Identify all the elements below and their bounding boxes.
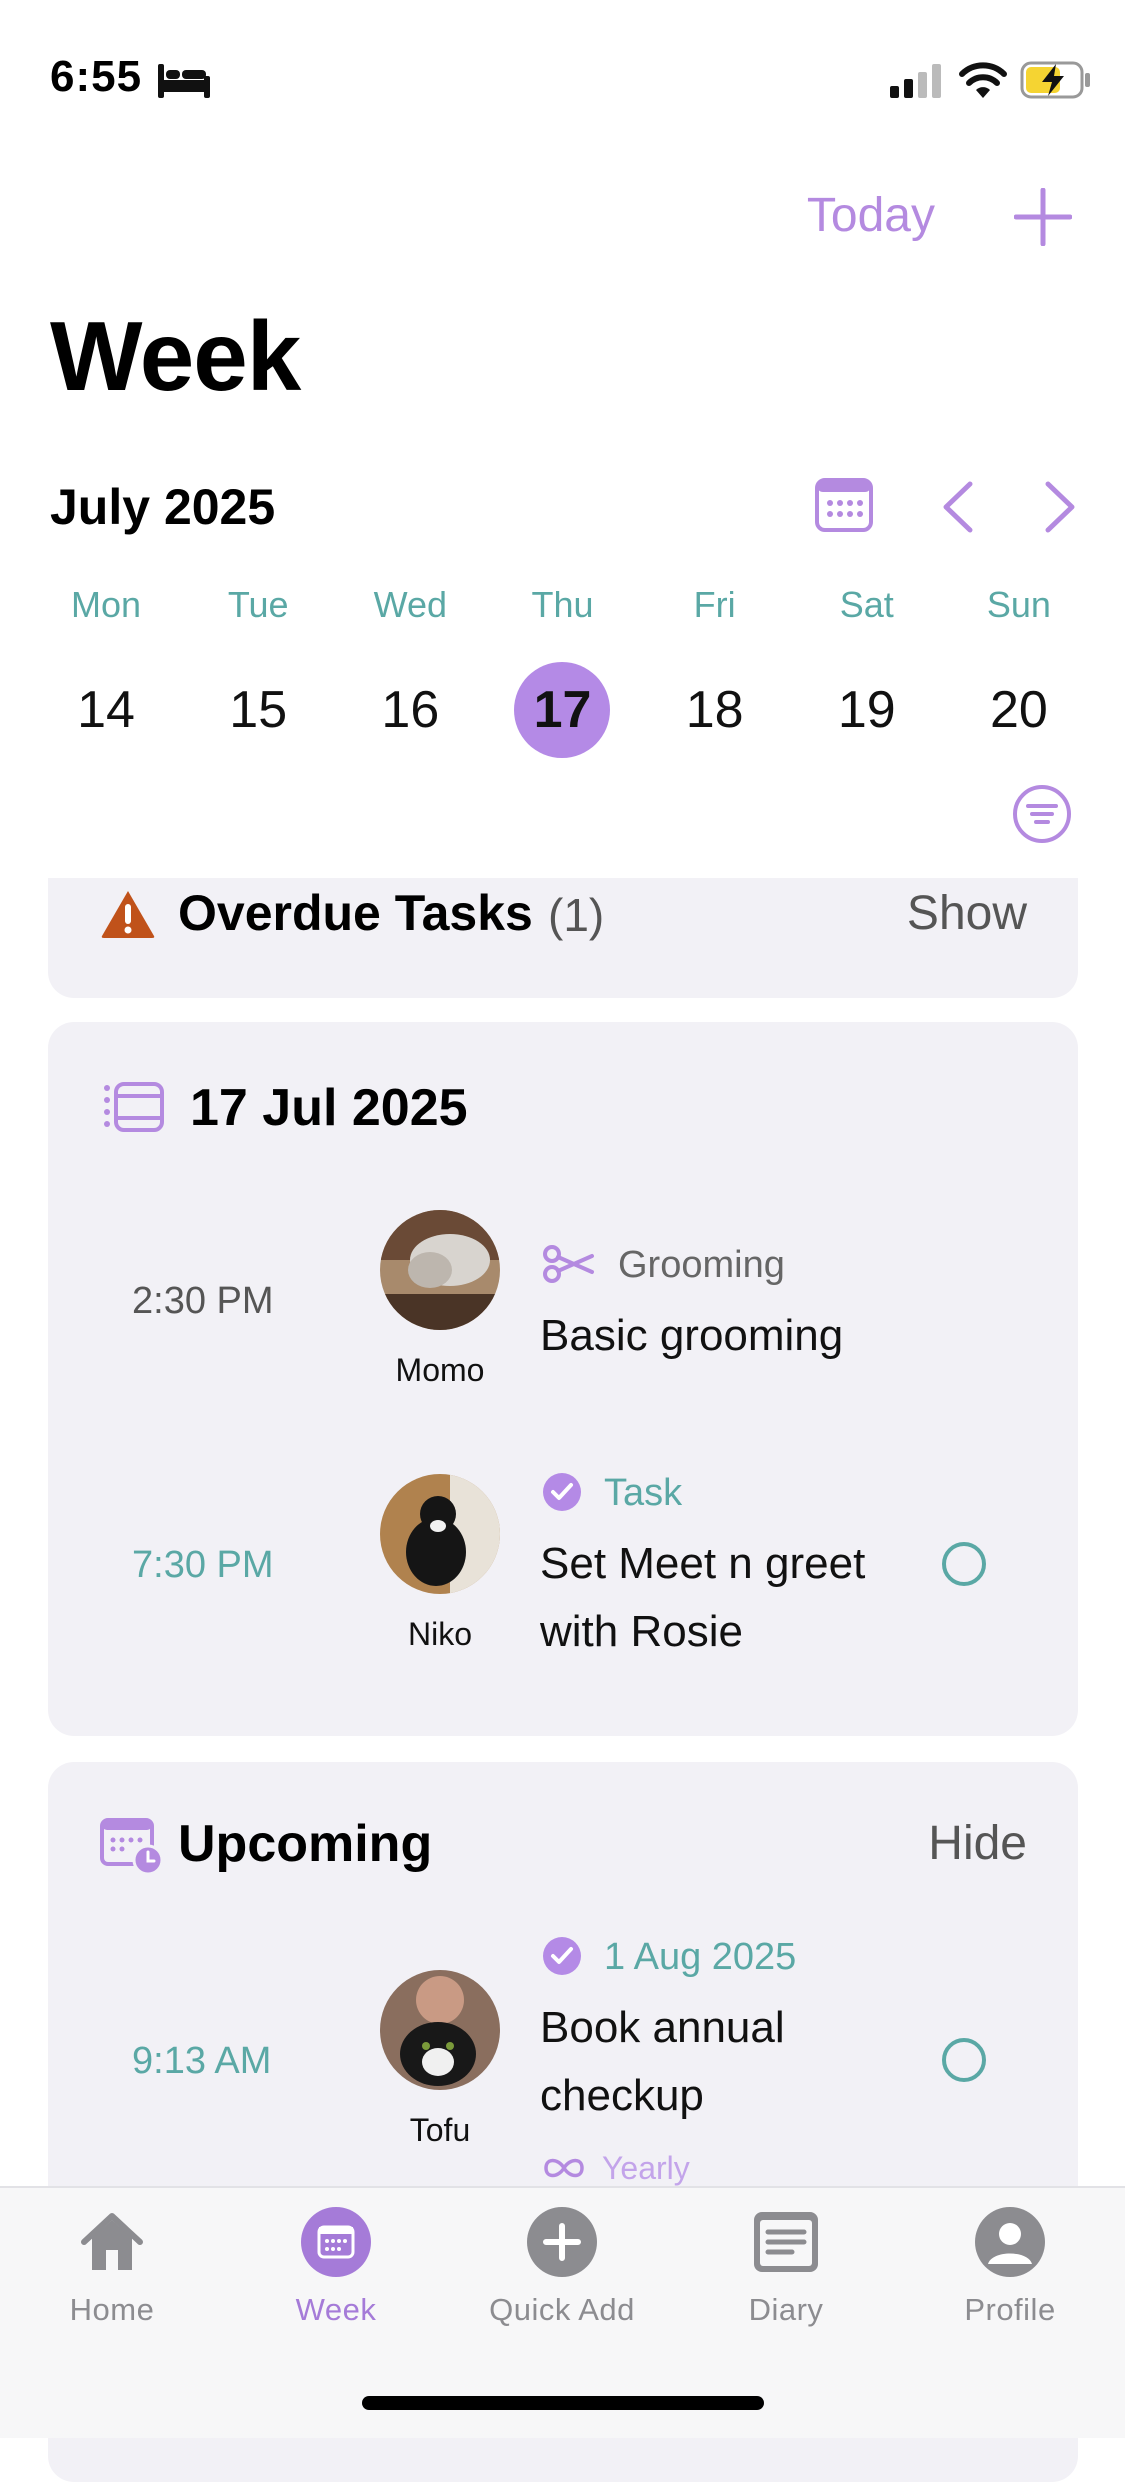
filter-icon[interactable]: [1012, 784, 1072, 844]
day-wed[interactable]: Wed 16: [334, 580, 486, 758]
day-tue[interactable]: Tue 15: [182, 580, 334, 758]
page-title: Week: [50, 301, 301, 411]
home-icon: [81, 2213, 143, 2270]
repeat-label: Yearly: [602, 2150, 690, 2186]
day-name: Thu: [531, 584, 594, 625]
task-due-date: 1 Aug 2025: [604, 1936, 797, 1978]
warning-icon: [101, 891, 155, 938]
check-badge-icon: [543, 1937, 581, 1975]
task-title-line2[interactable]: with Rosie: [540, 1598, 743, 1666]
check-badge-icon: [543, 1473, 581, 1511]
signal-icon: [890, 64, 941, 98]
day-number: 16: [381, 681, 440, 739]
week-strip: Mon 14 Tue 15 Wed 16 Thu 17 Fri 18 Sat 1…: [30, 580, 1095, 758]
day-sun[interactable]: Sun 20: [943, 580, 1095, 758]
task-title-line2[interactable]: checkup: [540, 2062, 704, 2130]
calendar-clock-icon: [100, 1818, 164, 1876]
wifi-icon: [959, 62, 1007, 98]
tab-label: Diary: [748, 2292, 824, 2327]
day-name: Fri: [693, 584, 736, 625]
complete-task-checkbox[interactable]: [942, 1542, 986, 1586]
day-name: Mon: [71, 584, 142, 625]
bed-icon: [158, 64, 210, 98]
add-icon[interactable]: [1014, 188, 1072, 246]
timeline-icon: [104, 1082, 164, 1132]
tab-label: Week: [295, 2292, 377, 2327]
day-number: 15: [229, 681, 288, 739]
complete-task-checkbox[interactable]: [942, 2038, 986, 2082]
event-title[interactable]: Basic grooming: [540, 1302, 843, 1370]
day-name: Tue: [227, 584, 289, 625]
task-time: 7:30 PM: [132, 1544, 274, 1586]
day-card-date: 17 Jul 2025: [190, 1079, 468, 1137]
tab-label: Quick Add: [489, 2292, 635, 2327]
status-time: 6:55: [50, 52, 143, 101]
day-name: Wed: [373, 584, 448, 625]
tab-profile[interactable]: Profile: [910, 2206, 1110, 2328]
hide-upcoming-button[interactable]: Hide: [928, 1816, 1027, 1871]
task-title-line1[interactable]: Book annual: [540, 1994, 785, 2062]
day-number-selected: 17: [514, 662, 611, 758]
diary-icon: [754, 2212, 818, 2272]
day-number: 19: [837, 681, 896, 739]
day-fri[interactable]: Fri 18: [639, 580, 791, 758]
tab-label: Home: [69, 2292, 155, 2327]
day-name: Sun: [986, 584, 1051, 625]
pet-avatar[interactable]: [380, 1970, 500, 2090]
day-thu[interactable]: Thu 17: [486, 580, 638, 758]
calendar-icon: [301, 2207, 371, 2277]
plus-circle-icon: [527, 2207, 597, 2277]
today-button[interactable]: Today: [807, 188, 935, 243]
chevron-left-icon[interactable]: [938, 480, 978, 534]
home-indicator: [362, 2396, 764, 2410]
pet-name: Tofu: [409, 2112, 471, 2148]
tab-label: Profile: [964, 2292, 1056, 2327]
day-name: Sat: [839, 584, 894, 625]
day-number: 18: [685, 681, 744, 739]
chevron-right-icon[interactable]: [1040, 480, 1080, 534]
pet-name: Niko: [407, 1616, 472, 1652]
calendar-icon[interactable]: [814, 476, 874, 534]
overdue-title: Overdue Tasks: [178, 885, 533, 941]
task-title-line1[interactable]: Set Meet n greet: [540, 1530, 865, 1598]
day-sat[interactable]: Sat 19: [791, 580, 943, 758]
repeat-infinity-icon: [544, 2158, 584, 2178]
pet-avatar[interactable]: [380, 1474, 500, 1594]
task-category: Task: [604, 1472, 683, 1514]
pet-avatar[interactable]: [380, 1210, 500, 1330]
event-time: 2:30 PM: [132, 1280, 274, 1322]
battery-charging-icon: [1020, 61, 1090, 99]
person-icon: [975, 2207, 1045, 2277]
day-number: 20: [989, 681, 1048, 739]
tab-quick-add[interactable]: Quick Add: [462, 2206, 662, 2328]
scissors-icon: [543, 1245, 594, 1283]
tab-diary[interactable]: Diary: [686, 2206, 886, 2328]
tab-home[interactable]: Home: [12, 2206, 212, 2328]
month-label: July 2025: [50, 479, 276, 535]
day-mon[interactable]: Mon 14: [30, 580, 182, 758]
day-number: 14: [77, 681, 135, 739]
upcoming-title: Upcoming: [178, 1815, 433, 1873]
task-time: 9:13 AM: [132, 2040, 272, 2082]
tab-week[interactable]: Week: [236, 2206, 436, 2328]
pet-name: Momo: [395, 1352, 485, 1388]
show-overdue-button[interactable]: Show: [907, 886, 1027, 941]
event-category: Grooming: [618, 1244, 785, 1286]
overdue-count: (1): [548, 889, 605, 941]
